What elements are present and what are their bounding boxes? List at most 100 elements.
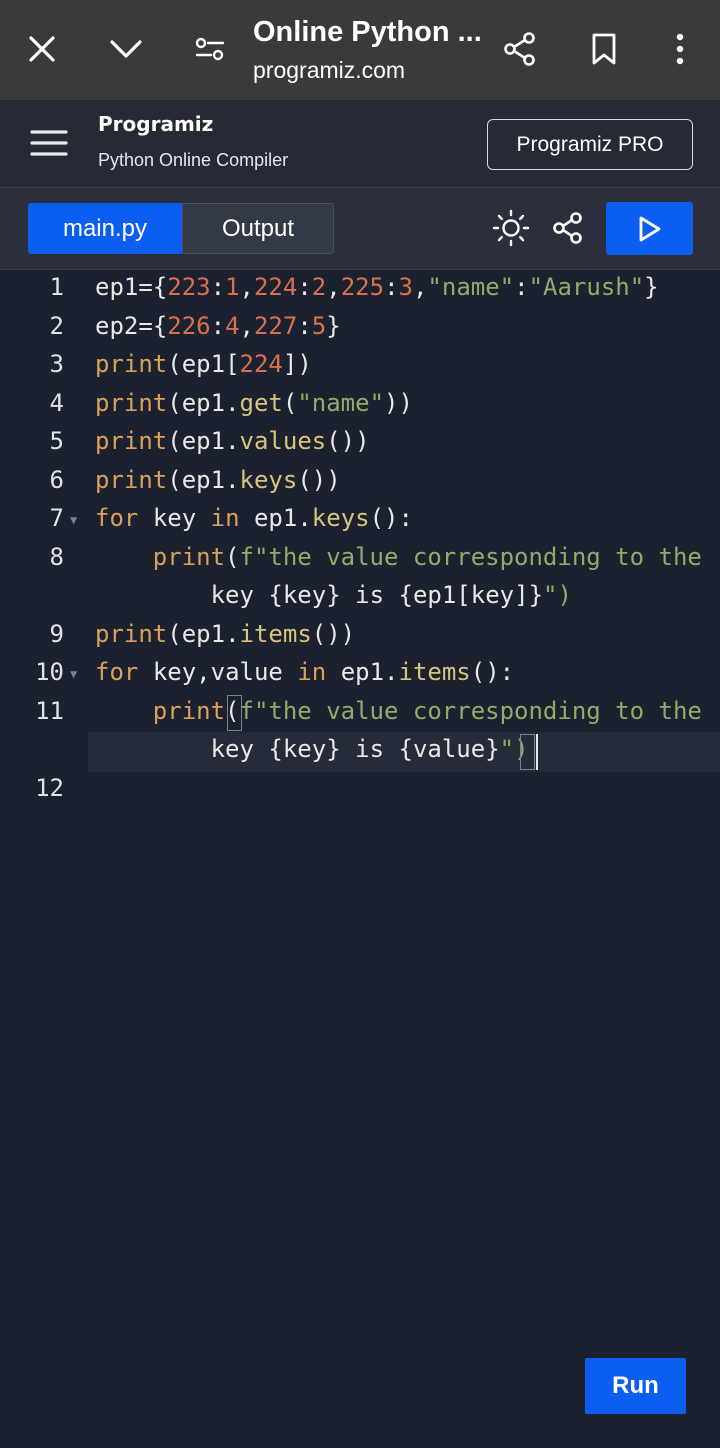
code-token: (: [167, 466, 182, 494]
code-line: for key in ep1.keys():: [95, 504, 413, 532]
identifier-token: key: [470, 581, 515, 609]
code-line: print(f"the value corresponding to the: [95, 543, 702, 571]
code-line: print(ep1.keys()): [95, 466, 341, 494]
line-number: 3: [49, 350, 64, 378]
keyword-token: print: [95, 350, 168, 378]
line-number: 12: [35, 774, 64, 802]
number-token: 225: [340, 273, 385, 301]
code-line: key {key} is {value}"): [95, 735, 529, 763]
identifier-token: key: [282, 581, 327, 609]
code-editor[interactable]: 1 2 3 4 5 6 7 8 9 10 11 12 ▼ ▼ ep1={223:…: [0, 270, 720, 1448]
keyword-token: print: [152, 543, 226, 571]
code-token: }: [326, 312, 341, 340]
run-play-button[interactable]: [606, 202, 693, 255]
identifier-token: ep1: [181, 466, 226, 494]
theme-toggle-icon[interactable]: [491, 208, 531, 248]
menu-icon[interactable]: [28, 122, 70, 164]
identifier-token: ep1: [181, 427, 226, 455]
share-icon[interactable]: [497, 26, 543, 72]
identifier-token: key: [210, 581, 254, 609]
chevron-down-icon[interactable]: [103, 26, 149, 72]
code-token: .: [225, 427, 240, 455]
code-token: {: [398, 581, 413, 609]
code-token: :: [297, 273, 312, 301]
number-token: 226: [167, 312, 211, 340]
play-icon: [639, 216, 660, 241]
code-token: (: [326, 427, 341, 455]
code-token: (: [167, 427, 182, 455]
programiz-logo[interactable]: Programiz: [98, 112, 213, 136]
matching-bracket-highlight: [227, 695, 242, 731]
identifier-token: ep1: [181, 620, 226, 648]
code-line: ep2={226:4,227:5}: [95, 312, 341, 340]
code-line: print(ep1.values()): [95, 427, 370, 455]
code-token: (: [311, 620, 327, 648]
code-token: =: [138, 312, 153, 340]
code-token: .: [225, 620, 240, 648]
string-token: f"the value corresponding to the: [239, 543, 702, 571]
identifier-token: key: [210, 735, 254, 763]
identifier-token: ep1: [412, 581, 457, 609]
identifier-token: ep1: [181, 350, 226, 378]
more-options-icon[interactable]: [657, 26, 703, 72]
code-token: ): [384, 389, 399, 417]
code-token: ): [340, 620, 356, 648]
identifier-token: value: [210, 658, 283, 686]
bookmark-icon[interactable]: [581, 26, 627, 72]
matching-bracket-highlight: [520, 734, 535, 770]
tab-output[interactable]: Output: [182, 203, 334, 254]
line-number: 1: [49, 273, 64, 301]
text-cursor: [536, 734, 538, 770]
line-number: 8: [49, 543, 64, 571]
number-token: 224: [239, 350, 283, 378]
code-token: }: [644, 273, 659, 301]
editor-toolbar: main.py Output: [0, 188, 720, 270]
programiz-pro-button[interactable]: Programiz PRO: [487, 119, 693, 170]
code-token: (: [369, 504, 385, 532]
number-token: 5: [311, 312, 327, 340]
run-button[interactable]: Run: [585, 1358, 686, 1414]
share-code-icon[interactable]: [548, 208, 588, 248]
code-token: (: [282, 389, 298, 417]
line-number: 2: [49, 312, 64, 340]
number-token: 223: [167, 273, 211, 301]
fold-arrow-icon[interactable]: ▼: [70, 667, 77, 681]
code-token: :: [297, 312, 312, 340]
code-token: :: [384, 273, 399, 301]
identifier-token: ep1: [253, 504, 298, 532]
code-token: {: [268, 735, 283, 763]
keyword-token: print: [95, 620, 168, 648]
string-token: f"the value corresponding to the: [239, 697, 702, 725]
fold-arrow-icon[interactable]: ▼: [70, 513, 77, 527]
keyword-token: print: [95, 466, 168, 494]
close-icon[interactable]: [19, 26, 65, 72]
site-settings-icon[interactable]: [187, 26, 233, 72]
identifier-token: is: [355, 735, 385, 763]
identifier-token: key: [152, 504, 197, 532]
page-url: programiz.com: [253, 57, 406, 83]
identifier-token: key: [282, 735, 327, 763]
code-token: ,: [412, 273, 428, 301]
line-number: 9: [49, 620, 64, 648]
code-line: print(ep1.get("name")): [95, 389, 413, 417]
line-number: 6: [49, 466, 64, 494]
number-token: 1: [225, 273, 240, 301]
tab-main-py[interactable]: main.py: [28, 203, 182, 254]
code-token: .: [225, 389, 240, 417]
code-line: for key,value in ep1.items():: [95, 658, 514, 686]
code-token: ): [340, 427, 356, 455]
method-token: items: [239, 620, 312, 648]
identifier-token: ep1: [181, 389, 226, 417]
page-title: Online Python ...: [253, 16, 482, 48]
string-token: "): [543, 581, 572, 609]
number-token: 4: [225, 312, 240, 340]
